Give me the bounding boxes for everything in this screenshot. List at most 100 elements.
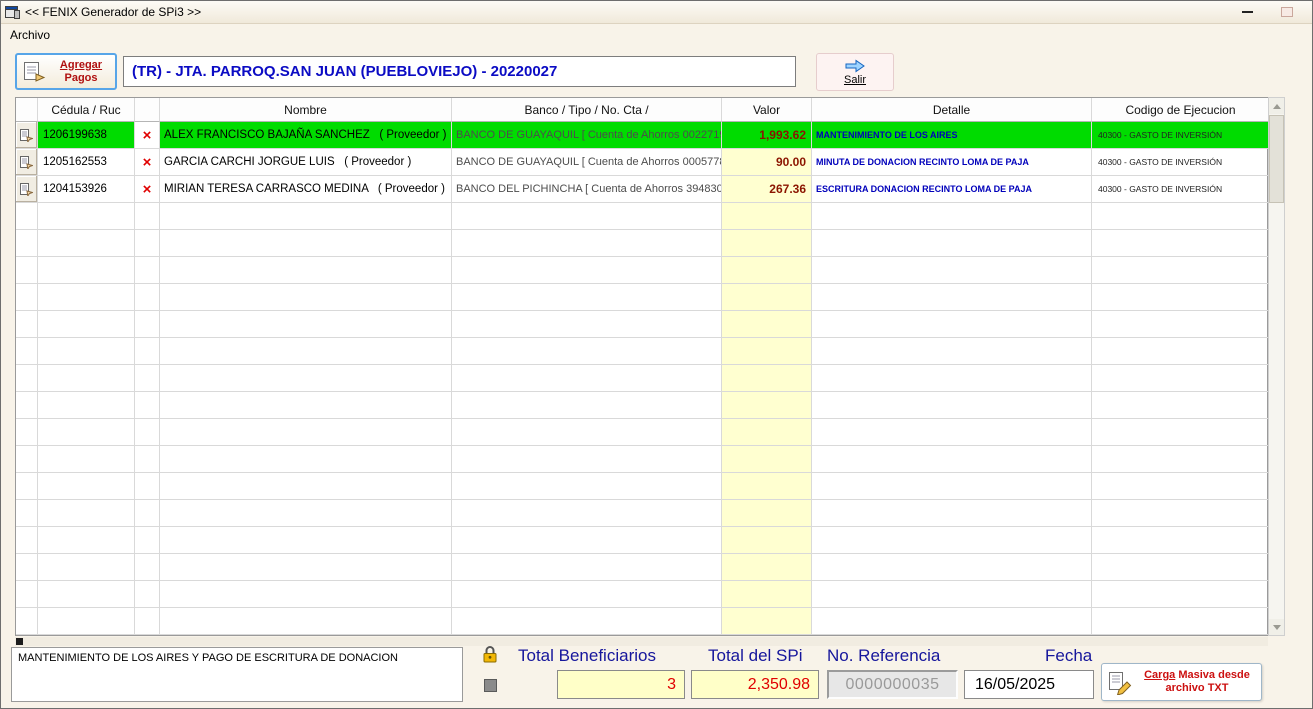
cell-valor — [722, 284, 812, 311]
cell-codigo — [1092, 581, 1269, 608]
description-box[interactable]: MANTENIMIENTO DE LOS AIRES Y PAGO DE ESC… — [11, 647, 463, 702]
cell-cedula — [38, 581, 135, 608]
cell-banco: BANCO DE GUAYAQUIL [ Cuenta de Ahorros 0… — [452, 149, 722, 176]
cell-banco — [452, 284, 722, 311]
header-valor[interactable]: Valor — [722, 98, 812, 122]
cell-codigo — [1092, 446, 1269, 473]
cell-detalle — [812, 446, 1092, 473]
cell-banco — [452, 365, 722, 392]
delete-cell — [135, 392, 160, 419]
table-row — [16, 230, 1269, 257]
cell-detalle — [812, 365, 1092, 392]
cell-cedula — [38, 203, 135, 230]
row-edit-cell — [16, 257, 38, 284]
cell-nombre — [160, 581, 452, 608]
cell-banco — [452, 473, 722, 500]
vertical-scroll-thumb[interactable] — [1269, 115, 1284, 203]
table-row — [16, 203, 1269, 230]
table-row[interactable]: 1206199638 × ALEX FRANCISCO BAJAÑA SANCHEZ… — [16, 122, 1269, 149]
delete-cell — [135, 554, 160, 581]
header-edit-col — [16, 98, 38, 122]
cell-detalle — [812, 473, 1092, 500]
row-edit-button[interactable] — [16, 176, 38, 203]
cell-nombre — [160, 527, 452, 554]
cell-nombre — [160, 365, 452, 392]
cell-valor — [722, 338, 812, 365]
row-edit-cell — [16, 419, 38, 446]
row-edit-button[interactable] — [16, 122, 38, 149]
payments-grid: Cédula / Ruc Nombre Banco / Tipo / No. C… — [15, 97, 1269, 636]
cell-banco — [452, 338, 722, 365]
row-edit-button[interactable] — [16, 149, 38, 176]
cell-detalle — [812, 257, 1092, 284]
cell-nombre — [160, 392, 452, 419]
table-row — [16, 392, 1269, 419]
cell-nombre: MIRIAN TERESA CARRASCO MEDINA ( Proveedo… — [160, 176, 452, 203]
row-edit-cell — [16, 446, 38, 473]
cell-banco — [452, 311, 722, 338]
cell-banco: BANCO DEL PICHINCHA [ Cuenta de Ahorros … — [452, 176, 722, 203]
delete-x-icon: × — [142, 180, 152, 198]
edit-row-icon — [20, 182, 33, 196]
row-edit-cell — [16, 392, 38, 419]
total-spi-field: 2,350.98 — [691, 670, 819, 699]
cell-detalle — [812, 527, 1092, 554]
cell-detalle — [812, 230, 1092, 257]
cell-detalle — [812, 284, 1092, 311]
menu-archivo[interactable]: Archivo — [10, 28, 50, 42]
row-edit-cell — [16, 500, 38, 527]
table-row — [16, 311, 1269, 338]
delete-row-button[interactable]: × — [135, 122, 160, 149]
horizontal-scroll-thumb[interactable] — [16, 638, 23, 645]
close-icon — [1281, 7, 1293, 17]
delete-row-button[interactable]: × — [135, 149, 160, 176]
header-cedula[interactable]: Cédula / Ruc — [38, 98, 135, 122]
cell-banco — [452, 527, 722, 554]
carga-masiva-button[interactable]: Carga Masiva desde archivo TXT — [1101, 663, 1262, 701]
close-button[interactable] — [1272, 3, 1302, 22]
minimize-button[interactable] — [1232, 3, 1262, 22]
header-detalle[interactable]: Detalle — [812, 98, 1092, 122]
cell-banco — [452, 581, 722, 608]
cell-banco — [452, 392, 722, 419]
cell-banco — [452, 608, 722, 635]
cell-detalle — [812, 581, 1092, 608]
table-row — [16, 554, 1269, 581]
agregar-label-line1: Agregar — [59, 58, 103, 71]
table-row[interactable]: 1205162553 × GARCIA CARCHI JORGUE LUIS ( P… — [16, 149, 1269, 176]
agregar-pagos-button[interactable]: Agregar Pagos — [15, 53, 117, 90]
cell-detalle: ESCRITURA DONACION RECINTO LOMA DE PAJA — [812, 176, 1092, 203]
cell-detalle — [812, 338, 1092, 365]
vertical-scrollbar[interactable] — [1268, 97, 1285, 636]
title-bar[interactable]: << FENIX Generador de SPi3 >> — [1, 1, 1312, 24]
cell-codigo — [1092, 284, 1269, 311]
scroll-up-arrow-icon[interactable] — [1269, 98, 1284, 114]
app-window: << FENIX Generador de SPi3 >> Archivo Ag… — [0, 0, 1313, 709]
delete-row-button[interactable]: × — [135, 176, 160, 203]
cell-nombre — [160, 419, 452, 446]
cell-cedula — [38, 311, 135, 338]
cell-detalle — [812, 203, 1092, 230]
fecha-field[interactable]: 16/05/2025 — [964, 670, 1094, 699]
label-total-beneficiarios: Total Beneficiarios — [518, 646, 656, 665]
color-swatch-box[interactable] — [484, 679, 497, 692]
cell-cedula — [38, 257, 135, 284]
table-row — [16, 257, 1269, 284]
cell-cedula: 1204153926 — [38, 176, 135, 203]
total-beneficiarios-field: 3 — [557, 670, 685, 699]
cell-valor — [722, 257, 812, 284]
horizontal-scrollbar[interactable] — [15, 637, 1268, 646]
cell-valor: 1,993.62 — [722, 122, 812, 149]
salir-button[interactable]: Salir — [816, 53, 894, 91]
cell-cedula — [38, 338, 135, 365]
scroll-down-arrow-icon[interactable] — [1269, 619, 1284, 635]
header-banco[interactable]: Banco / Tipo / No. Cta / — [452, 98, 722, 122]
delete-cell — [135, 311, 160, 338]
header-nombre[interactable]: Nombre — [160, 98, 452, 122]
header-codigo[interactable]: Codigo de Ejecucion — [1092, 98, 1269, 122]
entity-title-field[interactable]: (TR) - JTA. PARROQ.SAN JUAN (PUEBLOVIEJO… — [123, 56, 796, 87]
row-edit-cell — [16, 365, 38, 392]
cell-valor — [722, 419, 812, 446]
cell-banco — [452, 257, 722, 284]
table-row[interactable]: 1204153926 × MIRIAN TERESA CARRASCO MEDINA… — [16, 176, 1269, 203]
